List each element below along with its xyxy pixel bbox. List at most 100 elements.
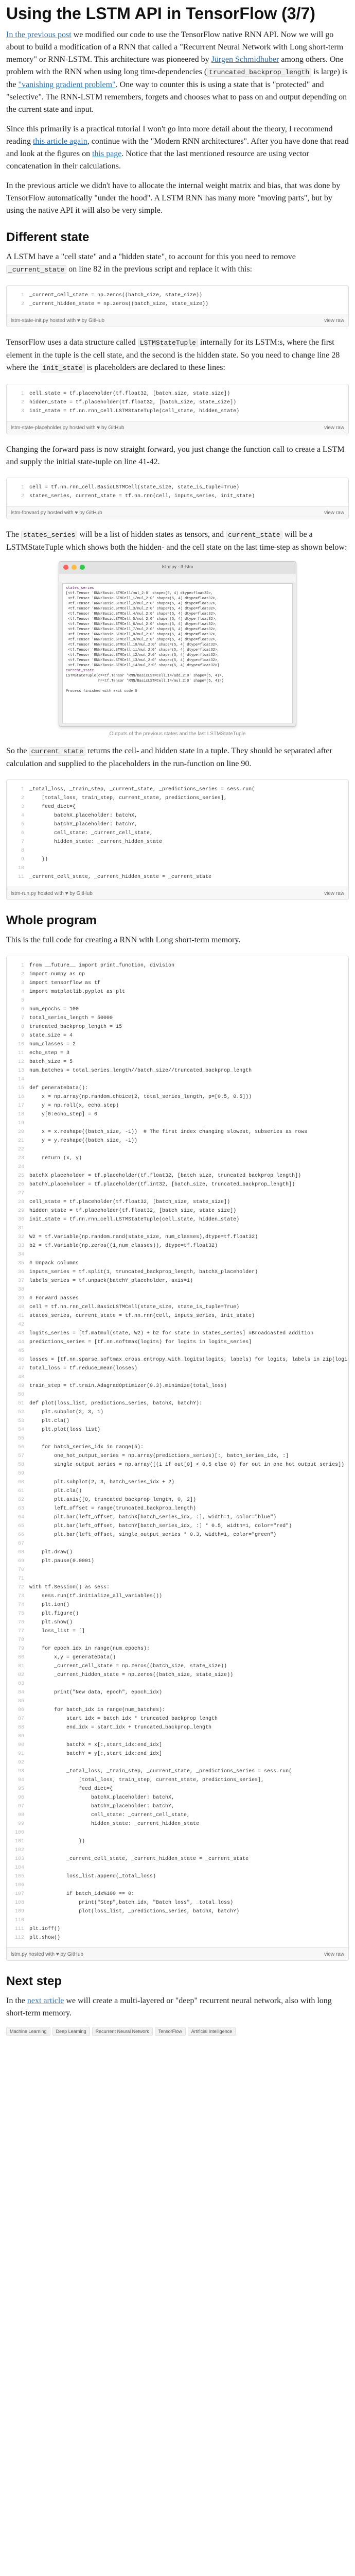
line-number: 44: [17, 1340, 24, 1345]
code-line: 22: [7, 1145, 348, 1154]
link-next-article[interactable]: next article: [27, 1996, 64, 2005]
view-raw-link[interactable]: view raw: [324, 891, 344, 896]
line-number: 30: [17, 1217, 24, 1223]
view-raw-link[interactable]: view raw: [324, 425, 344, 431]
code-text: start_idx = batch_idx * truncated_backpr…: [29, 1716, 218, 1722]
code-line: 21 y = y.reshape((batch_size, -1)): [7, 1137, 348, 1145]
line-number: 49: [17, 1383, 24, 1389]
line-number: 60: [17, 1480, 24, 1485]
line-number: 71: [17, 1576, 24, 1582]
line-number: 28: [17, 1199, 24, 1205]
code-text: batchY_placeholder: batchY,: [29, 822, 138, 827]
tag-chip[interactable]: Machine Learning: [6, 2027, 50, 2036]
gist-footer: lstm-run.py hosted with ♥ by GitHub view…: [7, 887, 348, 900]
line-number: 66: [17, 1532, 24, 1538]
paragraph-forward-pass: Changing the forward pass is now straigh…: [6, 445, 345, 466]
line-number: 63: [17, 1506, 24, 1512]
line-number: 110: [14, 1918, 24, 1923]
line-number: 25: [17, 1173, 24, 1179]
code-line: 61 plt.cla(): [7, 1487, 348, 1496]
code-line: 40 cell = tf.nn.rnn_cell.BasicLSTMCell(st…: [7, 1303, 348, 1312]
output-line: <tf.Tensor 'RNN/BasicLSTMCell_2/mul_2:0'…: [66, 602, 218, 606]
gist-meta[interactable]: lstm-run.py hosted with ♥ by GitHub: [11, 891, 93, 896]
code-line: 70: [7, 1566, 348, 1574]
line-number: 36: [17, 1269, 24, 1275]
code-line: 92: [7, 1758, 348, 1767]
code-line: 79 for epoch_idx in range(num_epochs):: [7, 1645, 348, 1653]
line-number: 57: [17, 1453, 24, 1459]
screenshot-figure: lstm.py - tf-lstm states_series [<tf.Tens…: [6, 561, 349, 727]
link-previous-post[interactable]: In the previous post: [6, 30, 72, 39]
code-line: 8: [7, 846, 348, 855]
code-text: init_state = tf.nn.rnn_cell.LSTMStateTup…: [29, 409, 240, 414]
code-text: return (x, y): [29, 1156, 82, 1161]
link-this-article[interactable]: this article again: [33, 137, 87, 146]
tag-chip[interactable]: Artificial Intelligence: [187, 2027, 236, 2036]
code-line: 12 batch_size = 5: [7, 1058, 348, 1066]
code-text: plt.subplot(2, 3, batch_series_idx + 2): [29, 1480, 175, 1485]
window-title: lstm.py - tf-lstm: [162, 564, 193, 569]
code-line: 91 batchY = y[:,start_idx:end_idx]: [7, 1750, 348, 1758]
code-text: _current_hidden_state = np.zeros((batch_…: [29, 1672, 234, 1678]
code-line: 2 hidden_state = tf.placeholder(tf.float3…: [7, 398, 348, 407]
code-line: 89: [7, 1732, 348, 1741]
code-text: plt.figure(): [29, 1611, 79, 1617]
code-text: _current_cell_state = np.zeros((batch_si…: [29, 1664, 227, 1669]
code-text: batchY = y[:,start_idx:end_idx]: [29, 1751, 163, 1757]
code-text: b2 = tf.Variable(np.zeros((1,num_classes…: [29, 1243, 218, 1249]
tag-chip[interactable]: Deep Learning: [52, 2027, 90, 2036]
line-number: 75: [17, 1611, 24, 1617]
code-line: 20 x = x.reshape((batch_size, -1)) # The…: [7, 1128, 348, 1137]
tag-chip[interactable]: Recurrent Neural Network: [92, 2027, 153, 2036]
code-text: for batch_series_idx in range(5):: [29, 1445, 144, 1450]
view-raw-link[interactable]: view raw: [324, 318, 344, 324]
gist-state-init: 1 _current_cell_state = np.zeros((batch_s…: [6, 285, 349, 327]
code-line: 86 for batch_idx in range(num_batches):: [7, 1706, 348, 1715]
line-number: 7: [21, 839, 24, 845]
line-number: 70: [17, 1567, 24, 1573]
line-number: 96: [17, 1795, 24, 1801]
code-text: plt.cla(): [29, 1488, 82, 1494]
code-text: batchY_placeholder: batchY,: [29, 1804, 175, 1809]
line-number: 97: [17, 1804, 24, 1809]
code-text: _current_hidden_state = np.zeros((batch_…: [29, 301, 209, 307]
output-line: <tf.Tensor 'RNN/BasicLSTMCell_4/mul_2:0'…: [66, 612, 218, 616]
code-text: import tensorflow as tf: [29, 980, 101, 986]
line-number: 64: [17, 1515, 24, 1520]
code-line: 10 num_classes = 2: [7, 1040, 348, 1049]
code-line: 87 start_idx = batch_idx * truncated_bac…: [7, 1715, 348, 1723]
link-this-page[interactable]: this page: [92, 149, 121, 158]
output-line: current_state: [66, 669, 94, 673]
code-text: _total_loss, _train_step, _current_state…: [29, 1769, 292, 1774]
code-line: 101 }): [7, 1837, 348, 1846]
inline-code: init_state: [40, 364, 85, 372]
code-line: 109 plot(loss_list, _predictions_series,…: [7, 1907, 348, 1916]
code-line: 1 cell = tf.nn.rnn_cell.BasicLSTMCell(sta…: [7, 483, 348, 492]
code-line: 72 with tf.Session() as sess:: [7, 1583, 348, 1592]
code-line: 100: [7, 1828, 348, 1837]
line-number: 3: [21, 804, 24, 810]
code-line: 16 x = np.array(np.random.choice(2, tota…: [7, 1093, 348, 1101]
gist-meta[interactable]: lstm.py hosted with ♥ by GitHub: [11, 1952, 83, 1957]
code-text: import numpy as np: [29, 972, 85, 977]
link-vanishing-gradient[interactable]: "vanishing gradient problem": [19, 80, 116, 89]
line-number: 17: [17, 1103, 24, 1109]
code-line: 38: [7, 1285, 348, 1294]
code-line: 98 cell_state: _current_cell_state,: [7, 1811, 348, 1820]
view-raw-link[interactable]: view raw: [324, 1952, 344, 1957]
code-line: 2 import numpy as np: [7, 970, 348, 979]
page-title: Using the LSTM API in TensorFlow (3/7): [6, 4, 315, 23]
gist-meta[interactable]: lstm-forward.py hosted with ♥ by GitHub: [11, 510, 102, 516]
link-schmidhuber[interactable]: Jürgen Schmidhuber: [211, 55, 279, 64]
gist-meta[interactable]: lstm-state-init.py hosted with ♥ by GitH…: [11, 318, 104, 324]
line-number: 6: [21, 831, 24, 836]
code-text: hidden_state: _current_hidden_state: [29, 839, 163, 845]
output-line: <tf.Tensor 'RNN/BasicLSTMCell_8/mul_2:0'…: [66, 633, 218, 637]
tag-chip[interactable]: TensorFlow: [154, 2027, 186, 2036]
ide-toolbar: [59, 573, 296, 583]
view-raw-link[interactable]: view raw: [324, 510, 344, 516]
code-line: 65 plt.bar(left_offset, batchY[batch_ser…: [7, 1522, 348, 1531]
inline-code: current_state: [226, 531, 282, 539]
line-number: 33: [17, 1243, 24, 1249]
gist-meta[interactable]: lstm-state-placeholder.py hosted with ♥ …: [11, 425, 124, 431]
